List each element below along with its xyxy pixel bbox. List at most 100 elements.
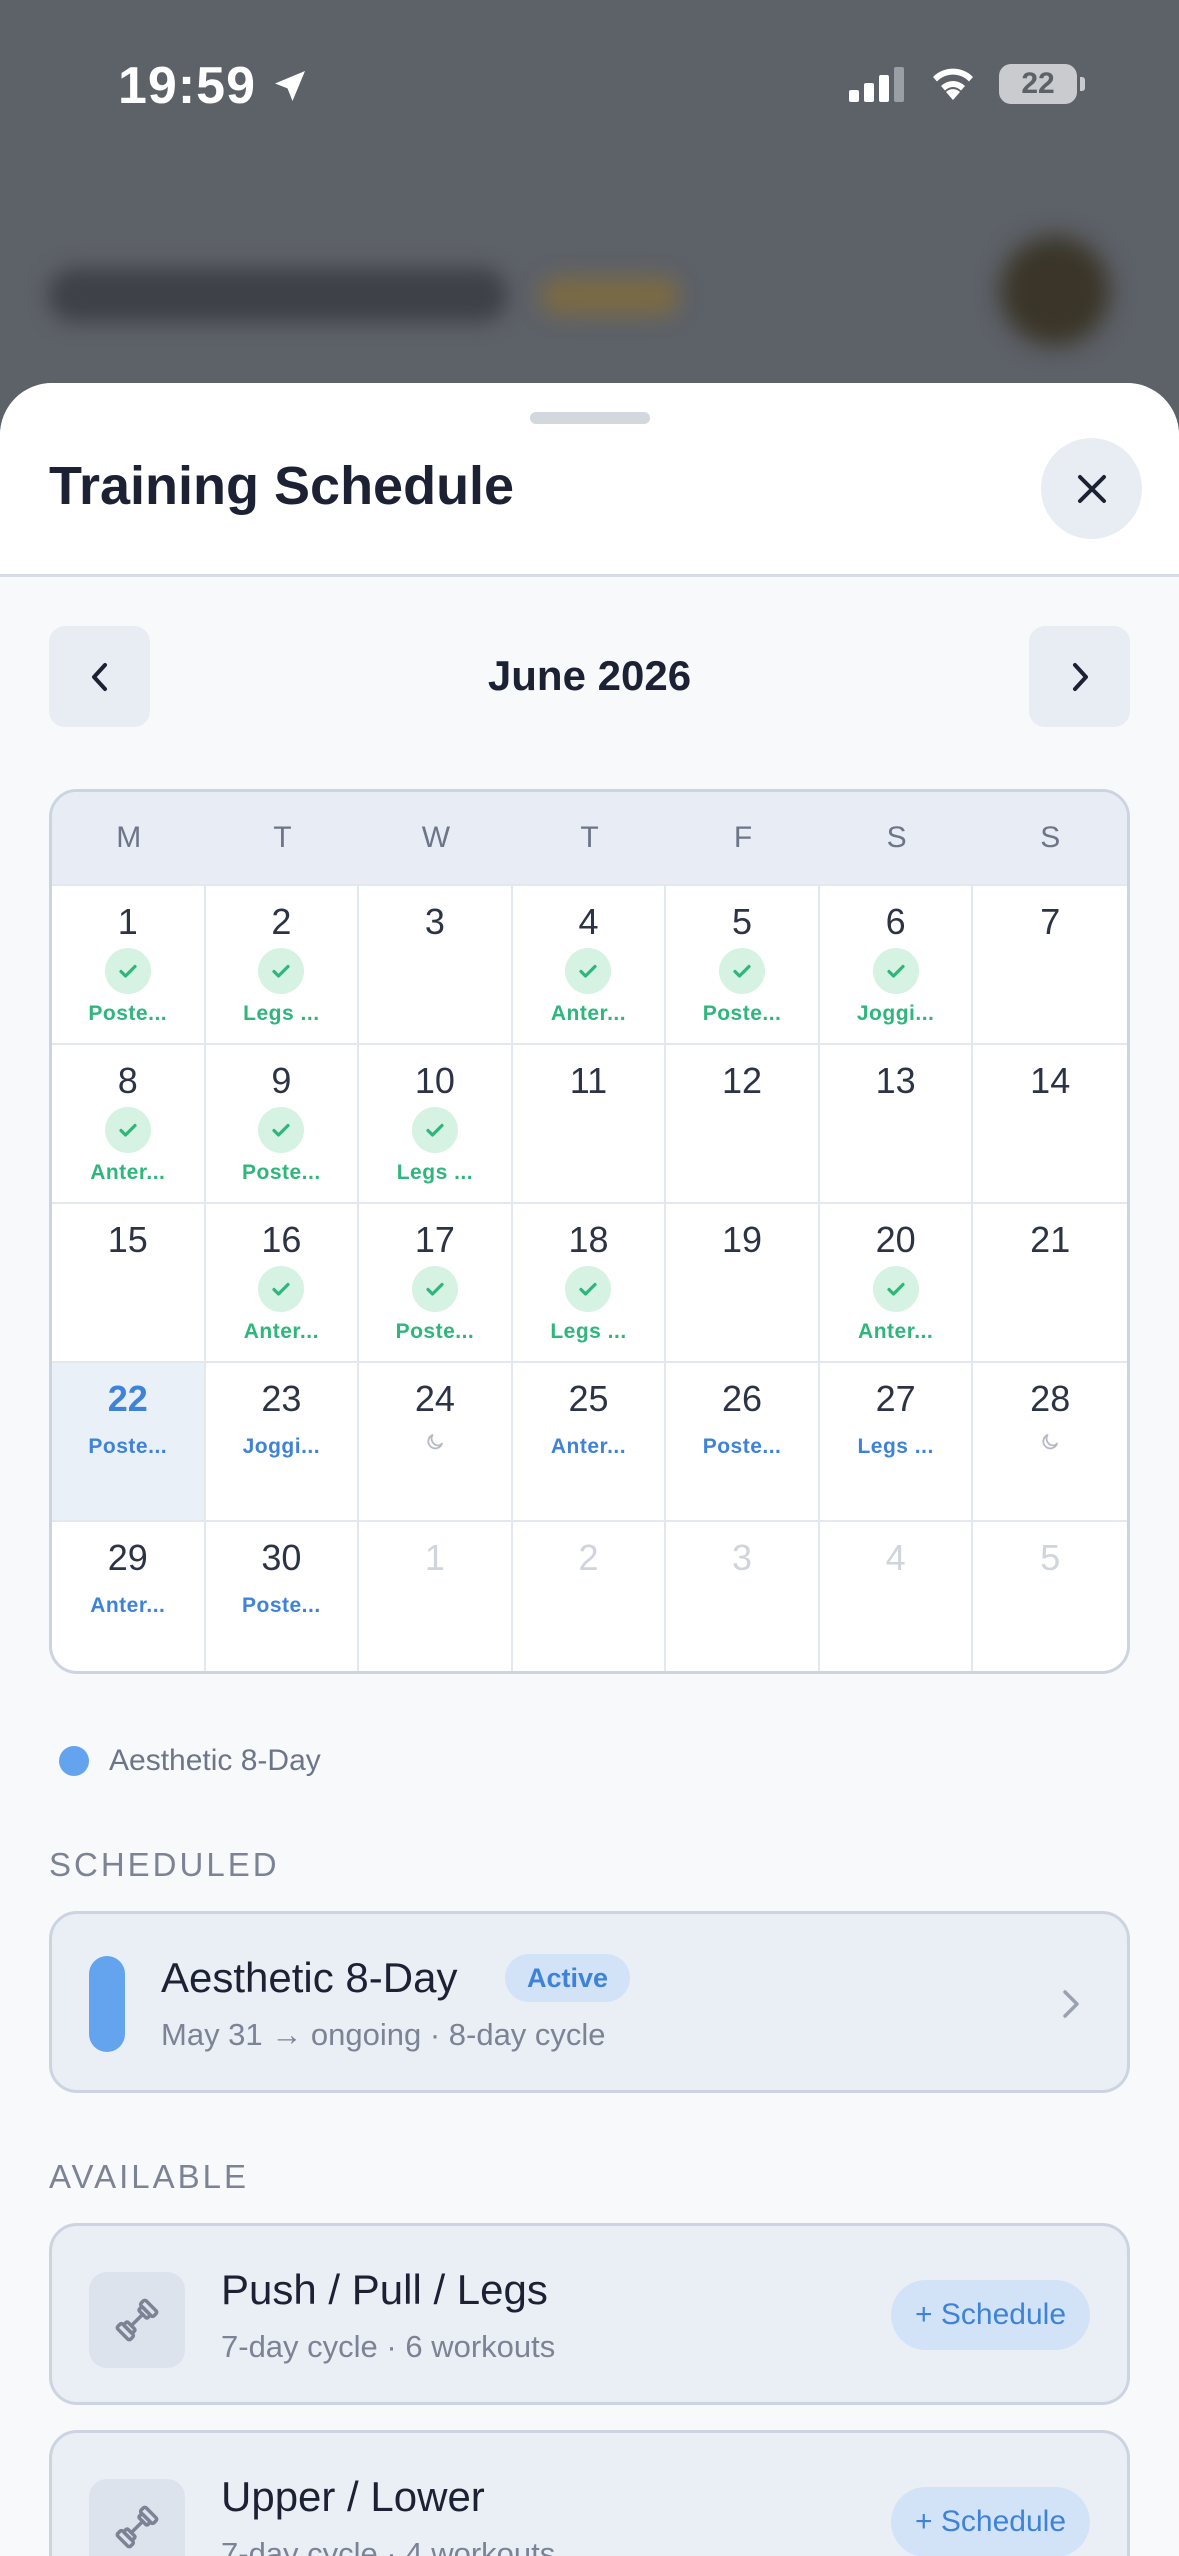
calendar-day[interactable]: 30 Poste... [205,1520,360,1671]
day-number: 24 [414,1378,455,1419]
day-number: 28 [1030,1378,1071,1419]
calendar-day[interactable]: 10 Legs ... [359,1043,513,1202]
chevron-right-icon [1072,662,1088,691]
calendar-day[interactable]: 13 [819,1043,974,1202]
calendar-day[interactable]: 3 [359,884,513,1043]
legend-label: Aesthetic 8-Day [109,1744,321,1777]
next-month-button[interactable] [1029,626,1130,727]
day-number: 15 [107,1219,148,1260]
status-badge: Active [505,1954,631,2002]
calendar-day[interactable]: 27 Legs ... [819,1361,974,1520]
day-number: 17 [414,1219,455,1260]
workout-label: Anter... [858,1320,934,1343]
workout-label: Anter... [90,1161,166,1184]
calendar-day[interactable]: 1 Poste... [52,884,206,1043]
calendar-day[interactable]: 29 Anter... [52,1520,206,1671]
day-number: 29 [107,1537,148,1578]
calendar-day[interactable]: 4 Anter... [512,884,667,1043]
battery-level: 22 [1021,67,1055,100]
weekday-label: T [580,821,599,854]
check-icon [272,1282,290,1296]
calendar-day[interactable]: 17 Poste... [359,1202,513,1361]
scheduled-program-card[interactable]: Aesthetic 8-Day Active May 31 → ongoing … [49,1911,1130,2093]
calendar-day[interactable]: 12 [666,1043,820,1202]
day-number: 10 [414,1060,455,1101]
status-bar: 19:59 22 [0,0,1179,175]
background-header-blur [48,268,508,322]
schedule-button[interactable]: + Schedule [891,2487,1090,2556]
schedule-button[interactable]: + Schedule [891,2280,1090,2350]
calendar-day[interactable]: 8 Anter... [52,1043,206,1202]
calendar-day[interactable]: 19 [666,1202,820,1361]
calendar-day[interactable]: 23 Joggi... [205,1361,360,1520]
day-number: 5 [732,901,753,942]
rest-day-moon-icon [427,1434,443,1450]
check-icon [272,964,290,978]
scheduled-section-label: SCHEDULED [49,1846,280,1883]
workout-label: Anter... [243,1320,319,1343]
calendar-day[interactable]: 24 [359,1361,513,1520]
workout-label: Legs ... [243,1002,320,1025]
day-number: 27 [875,1378,916,1419]
calendar-day[interactable]: 28 [973,1361,1127,1520]
status-time: 19:59 [118,56,310,116]
calendar-day[interactable]: 15 [52,1202,206,1361]
day-number: 3 [424,901,445,942]
check-icon [119,964,137,978]
check-icon [579,1282,598,1296]
sheet-grabber[interactable] [530,412,650,424]
completed-check-badge [104,948,151,994]
day-number: 14 [1030,1060,1071,1101]
completed-check-badge [719,948,766,994]
program-icon-box [89,2272,185,2368]
day-number: 26 [722,1378,763,1419]
calendar-day[interactable]: 2 Legs ... [205,884,360,1043]
month-title: June 2026 [487,652,692,699]
day-number: 22 [107,1378,148,1419]
calendar-day[interactable]: 6 Joggi... [819,884,974,1043]
scheduled-program-subtitle: May 31 → ongoing · 8-day cycle [161,2017,606,2052]
check-icon [887,964,905,978]
day-number: 2 [578,1537,599,1578]
workout-label: Legs ... [857,1435,934,1458]
close-button[interactable] [1041,438,1142,539]
calendar-day[interactable]: 7 [973,884,1127,1043]
completed-check-badge [411,1107,458,1153]
chevron-right-icon [1063,1990,1079,2018]
weekday-header: M T W T F S S [52,792,1127,884]
workout-label: Joggi... [242,1435,321,1458]
calendar-day[interactable]: 25 Anter... [512,1361,667,1520]
day-number: 13 [875,1060,916,1101]
day-number: 11 [569,1060,608,1101]
weekday-label: S [1040,821,1061,854]
calendar-day[interactable]: 20 Anter... [819,1202,974,1361]
calendar-day-today[interactable]: 22 Poste... [52,1361,206,1520]
calendar-day[interactable]: 9 Poste... [205,1043,360,1202]
calendar-day[interactable]: 21 [973,1202,1127,1361]
day-number: 18 [568,1219,609,1260]
calendar-day[interactable]: 18 Legs ... [512,1202,667,1361]
workout-label: Poste... [88,1002,168,1025]
day-number: 5 [1040,1537,1061,1578]
program-subtitle: 7-day cycle · 4 workouts [221,2536,556,2556]
calendar-day: 3 [666,1520,820,1671]
calendar-day[interactable]: 5 Poste... [666,884,820,1043]
available-program-card[interactable]: Push / Pull / Legs 7-day cycle · 6 worko… [49,2223,1130,2405]
calendar-day[interactable]: 11 [512,1043,667,1202]
calendar-day[interactable]: 26 Poste... [666,1361,820,1520]
workout-label: Joggi... [856,1002,935,1025]
day-number: 12 [722,1060,763,1101]
day-number: 23 [261,1378,302,1419]
weekday-label: T [273,821,292,854]
battery-icon: 22 [999,64,1085,104]
completed-check-badge [258,1266,305,1312]
workout-label: Legs ... [396,1161,474,1184]
rest-day-moon-icon [1042,1434,1059,1450]
available-program-card[interactable]: Upper / Lower 7-day cycle · 4 workouts +… [49,2430,1130,2556]
calendar-day[interactable]: 14 [973,1043,1127,1202]
check-icon [426,1123,444,1137]
background-avatar-blur [1000,236,1110,346]
calendar-day[interactable]: 16 Anter... [205,1202,360,1361]
day-number: 2 [271,901,292,942]
day-number: 4 [885,1537,906,1578]
